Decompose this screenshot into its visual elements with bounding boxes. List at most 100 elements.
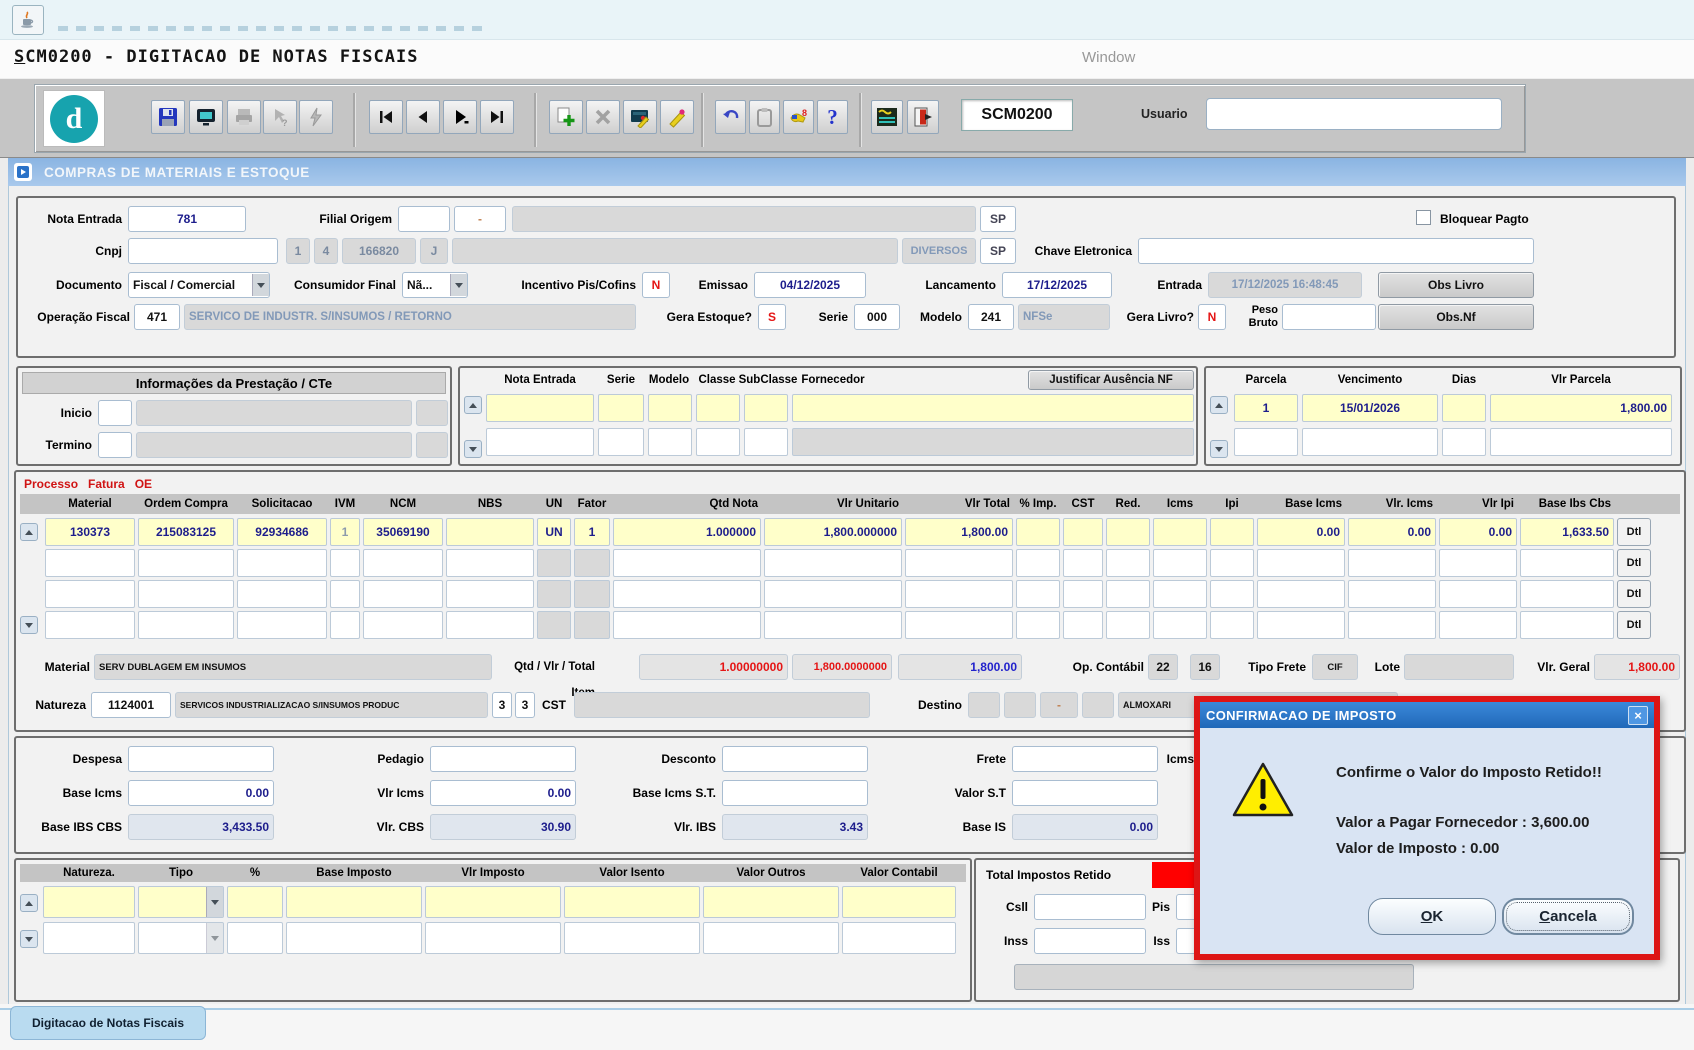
cell[interactable] [237,611,327,639]
tab-digitacao-notas-fiscais[interactable]: Digitacao de Notas Fiscais [10,1006,206,1040]
base-imposto-cell[interactable] [286,922,422,954]
scroll-up-button[interactable] [20,523,38,541]
valor-outros-cell[interactable] [703,922,839,954]
ipi-cell[interactable] [1210,518,1254,546]
serie-field[interactable]: 000 [854,304,900,330]
next-record-button[interactable] [443,100,477,134]
cell[interactable] [1520,549,1614,577]
vencimento-cell[interactable]: 15/01/2026 [1302,394,1438,422]
inss-field[interactable] [1034,928,1146,954]
cell[interactable] [363,549,443,577]
cell[interactable] [1257,549,1345,577]
cell[interactable] [905,580,1013,608]
valor-isento-cell[interactable] [564,922,700,954]
scroll-down-button[interactable] [1210,440,1228,458]
undo-button[interactable] [715,100,746,134]
cell[interactable] [363,580,443,608]
consumidor-final-select[interactable]: Nã... [402,272,468,298]
qtd-nota-cell[interactable]: 1.000000 [613,518,761,546]
scroll-up-button[interactable] [464,396,482,414]
nf-cell[interactable] [744,428,788,456]
close-icon[interactable]: × [1628,706,1648,725]
ordem-compra-cell[interactable]: 215083125 [138,518,234,546]
gera-livro-field[interactable]: N [1198,304,1226,330]
parcela-cell[interactable] [1234,428,1298,456]
cell[interactable] [1016,611,1060,639]
dias-cell[interactable] [1442,394,1486,422]
nf-cell[interactable] [486,394,594,422]
vlr-icms-cell[interactable]: 0.00 [1348,518,1436,546]
natureza-code-field[interactable]: 1124001 [91,692,171,718]
cell[interactable] [1348,611,1436,639]
first-record-button[interactable] [369,100,403,134]
vencimento-cell[interactable] [1302,428,1438,456]
chevron-down-icon[interactable] [206,923,223,953]
nota-entrada-field[interactable]: 781 [128,206,246,232]
dtl-button[interactable]: Dtl [1617,611,1651,639]
scroll-down-button[interactable] [20,930,38,948]
peso-bruto-field[interactable] [1282,304,1376,330]
cell[interactable] [1063,580,1103,608]
emissao-field[interactable]: 04/12/2025 [754,272,866,298]
cell[interactable] [613,549,761,577]
add-record-button[interactable] [549,100,583,134]
scroll-up-button[interactable] [20,894,38,912]
cell[interactable] [1153,580,1207,608]
cell[interactable] [1348,549,1436,577]
tab-processo[interactable]: Processo [24,477,78,491]
dtl-button[interactable]: Dtl [1617,518,1651,546]
cell[interactable] [1520,611,1614,639]
vlr-unitario-cell[interactable]: 1,800.000000 [764,518,902,546]
java-app-icon[interactable] [12,5,44,35]
cell[interactable] [764,611,902,639]
nbs-cell[interactable] [446,518,534,546]
despesa-field[interactable] [128,746,274,772]
pedagio-field[interactable] [430,746,576,772]
user-keys-button[interactable]: 8 [783,100,814,134]
screen-button[interactable] [189,100,223,134]
cell[interactable] [1063,549,1103,577]
vlr-total-cell[interactable]: 1,800.00 [905,518,1013,546]
cell[interactable] [613,611,761,639]
cell[interactable] [1439,580,1517,608]
base-imposto-cell[interactable] [286,886,422,918]
query-edit-button[interactable] [623,100,657,134]
cell[interactable] [613,580,761,608]
vlr-parcela-cell[interactable]: 1,800.00 [1490,394,1672,422]
valor-contabil-cell[interactable] [842,922,956,954]
un-cell[interactable]: UN [537,518,571,546]
obs-nf-button[interactable]: Obs.Nf [1378,304,1534,330]
cell[interactable] [1106,549,1150,577]
cell[interactable] [138,611,234,639]
cst-cell[interactable] [1063,518,1103,546]
pct-cell[interactable] [227,886,283,918]
cell[interactable] [1439,611,1517,639]
paste-button[interactable] [749,100,780,134]
cell[interactable] [446,611,534,639]
dtl-button[interactable]: Dtl [1617,549,1651,577]
cell[interactable] [138,549,234,577]
csll-field[interactable] [1034,894,1146,920]
vlr-imposto-cell[interactable] [425,886,561,918]
ok-button[interactable]: OK [1368,898,1496,935]
inicio-hora-field[interactable] [98,400,132,426]
chevron-down-icon[interactable] [252,274,269,296]
justificar-ausencia-nf-button[interactable]: Justificar Ausência NF [1028,370,1194,390]
vlr-imposto-cell[interactable] [425,922,561,954]
cell[interactable] [446,580,534,608]
documento-select[interactable]: Fiscal / Comercial [128,272,270,298]
cell[interactable] [1106,580,1150,608]
frete-field[interactable] [1012,746,1158,772]
print-button[interactable] [227,100,261,134]
help-pointer-button[interactable]: ? [263,100,297,134]
dias-cell[interactable] [1442,428,1486,456]
cell[interactable] [1153,549,1207,577]
valor-contabil-cell[interactable] [842,886,956,918]
cell[interactable] [1348,580,1436,608]
base-ibs-cbs-cell[interactable]: 1,633.50 [1520,518,1614,546]
n1-field[interactable]: 3 [492,692,512,718]
cell[interactable] [1210,580,1254,608]
help-button[interactable]: ? [817,100,848,134]
cell[interactable] [237,549,327,577]
vlr-icms-field[interactable]: 0.00 [430,780,576,806]
